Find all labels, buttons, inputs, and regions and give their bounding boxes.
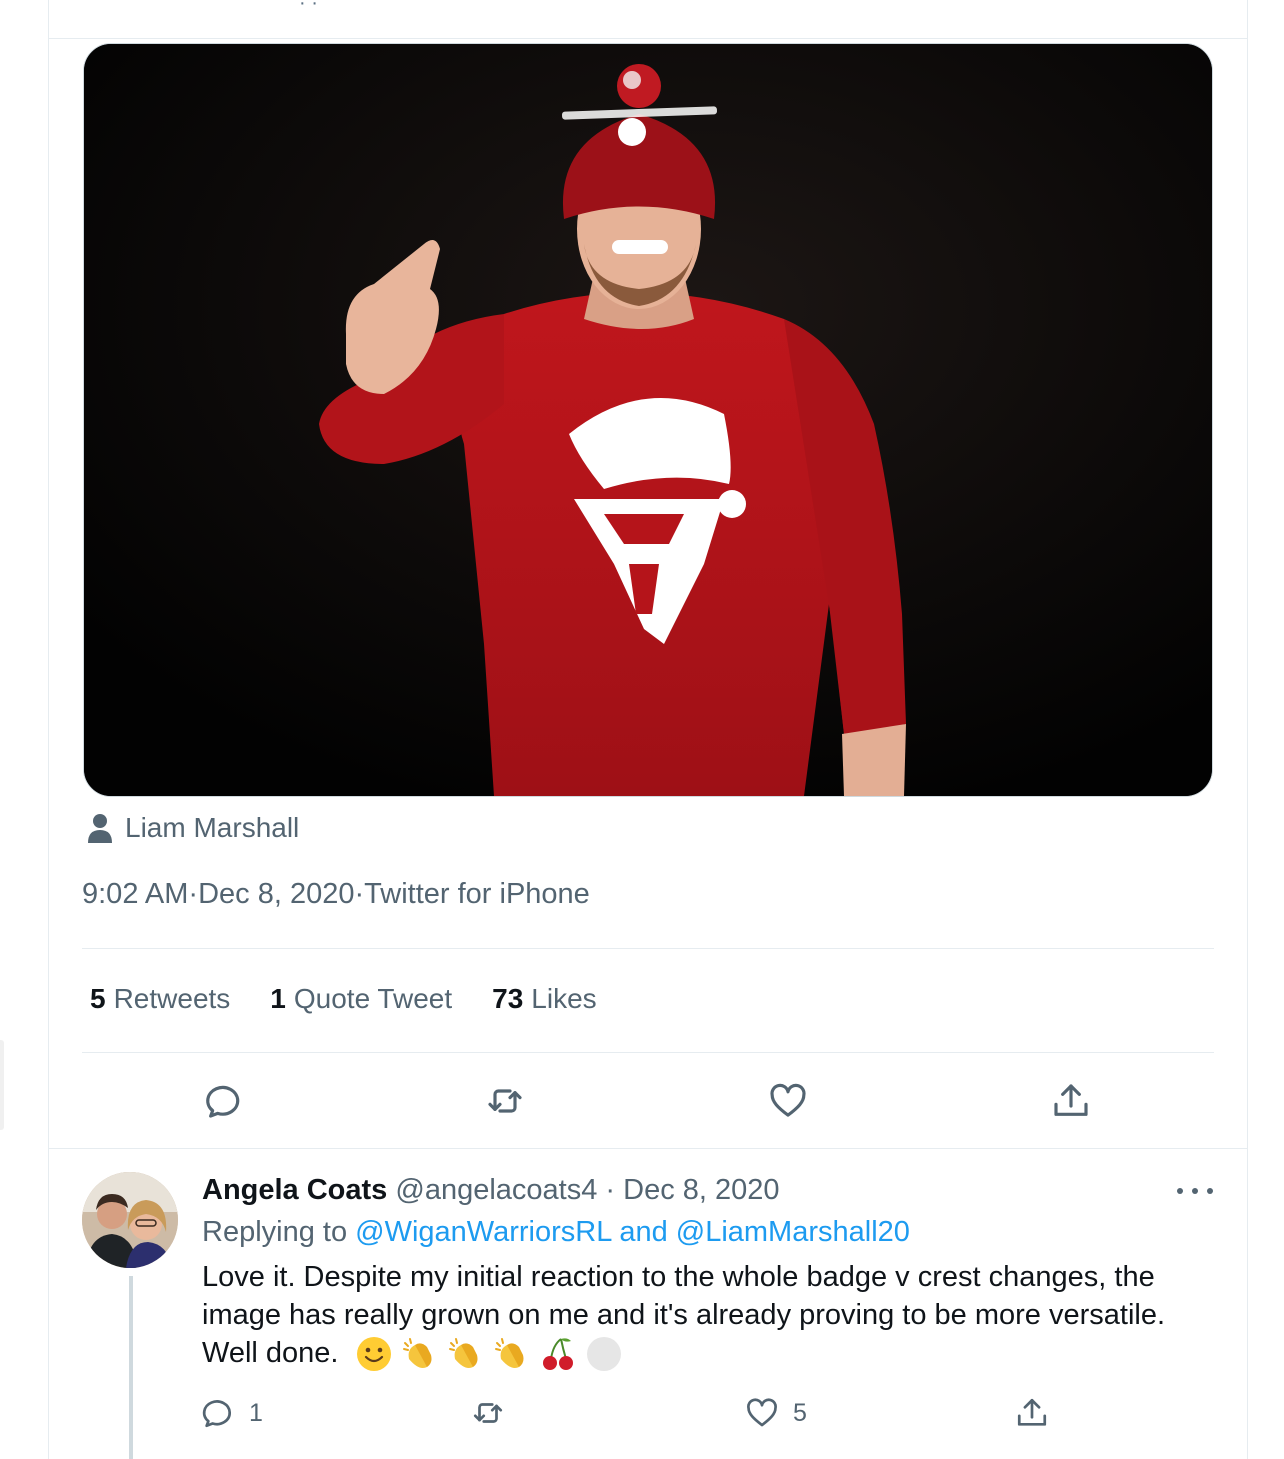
retweet-icon [488,1089,522,1113]
clapping-hands-icon [494,1338,524,1369]
reply-author-handle[interactable]: @angelacoats4 [395,1174,597,1206]
reply-button[interactable] [200,1077,248,1125]
meta-separator: · [597,1174,624,1206]
reply-like-button[interactable]: 5 [745,1396,807,1430]
quote-tweets-count: 1 [270,983,286,1014]
reply-author-name[interactable]: Angela Coats [202,1174,387,1206]
thread-line [129,1276,133,1459]
left-edge-fragment [0,1040,4,1130]
divider [82,948,1214,949]
share-button[interactable] [1047,1077,1095,1125]
reply-reply-button[interactable]: 1 [201,1396,263,1430]
reply-icon [206,1085,240,1118]
share-icon [1054,1084,1088,1116]
replying-to: Replying to @WiganWarriorsRL and @LiamMa… [202,1216,910,1249]
like-icon [770,1083,806,1117]
reply-retweet-button[interactable] [471,1396,519,1430]
reply-header: Angela Coats @angelacoats4 · Dec 8, 2020 [202,1174,780,1207]
more-options-button[interactable] [1177,1176,1213,1206]
replying-prefix: Replying to [202,1216,356,1248]
reply-share-button[interactable] [1015,1396,1049,1430]
more-dot-icon [1177,1188,1183,1194]
avatar-photo [82,1172,178,1268]
quote-tweets-stat[interactable]: 1 Quote Tweet [270,983,452,1015]
cherries-icon [542,1338,573,1371]
mention-link[interactable]: @LiamMarshall20 [676,1216,910,1248]
avatar[interactable] [82,1172,178,1268]
photo-illustration [84,44,1212,796]
meta-separator: · [188,878,199,910]
more-dot-icon [1192,1188,1198,1194]
divider [49,1148,1247,1149]
more-dot-icon [1207,1188,1213,1194]
reply-icon [202,1400,231,1428]
like-button[interactable] [764,1077,812,1125]
white-circle-icon [586,1337,621,1372]
reply-text: Love it. Despite my initial reaction to … [202,1261,1166,1369]
tweet-stats: 5 Retweets 1 Quote Tweet 73 Likes [90,983,597,1015]
like-icon [747,1398,777,1427]
reply-date[interactable]: Dec 8, 2020 [623,1174,779,1206]
clipped-text-fragment: · · [299,0,318,14]
tweet-photo[interactable] [83,43,1213,797]
likes-stat[interactable]: 73 Likes [492,983,597,1015]
retweet-button[interactable] [481,1077,529,1125]
tweet-source[interactable]: Twitter for iPhone [364,878,590,911]
divider [82,1052,1214,1053]
tweet-metadata: 9:02 AM · Dec 8, 2020 · Twitter for iPho… [82,878,590,911]
divider [49,38,1247,39]
tweet-time[interactable]: 9:02 AM [82,878,188,911]
reply-body: Love it. Despite my initial reaction to … [202,1258,1202,1373]
tweet-column: · · Liam Marshall 9:02 AM·Dec 8, 2020·Tw… [48,0,1248,1459]
tweet-date[interactable]: Dec 8, 2020 [198,878,354,911]
meta-separator: · [354,878,365,910]
slightly-smiling-face-icon [356,1337,391,1372]
tagged-user[interactable]: Liam Marshall [87,808,299,848]
likes-count: 73 [492,983,524,1014]
retweets-label: Retweets [113,983,231,1014]
retweets-count: 5 [90,983,106,1014]
retweets-stat[interactable]: 5 Retweets [90,983,230,1015]
likes-label: Likes [531,983,597,1014]
share-icon [1017,1398,1047,1426]
mention-link[interactable]: @WiganWarriorsRL [355,1216,611,1248]
quote-tweets-label: Quote Tweet [293,983,453,1014]
retweet-icon [473,1403,503,1423]
reply-count: 1 [249,1398,263,1427]
clapping-hands-icon [448,1338,478,1369]
tagged-user-name: Liam Marshall [125,812,300,843]
replying-and[interactable]: and [611,1216,676,1248]
person-icon [88,814,112,843]
reply-like-count: 5 [793,1398,807,1427]
emoji-row [355,1335,623,1373]
clapping-hands-icon [402,1338,432,1369]
